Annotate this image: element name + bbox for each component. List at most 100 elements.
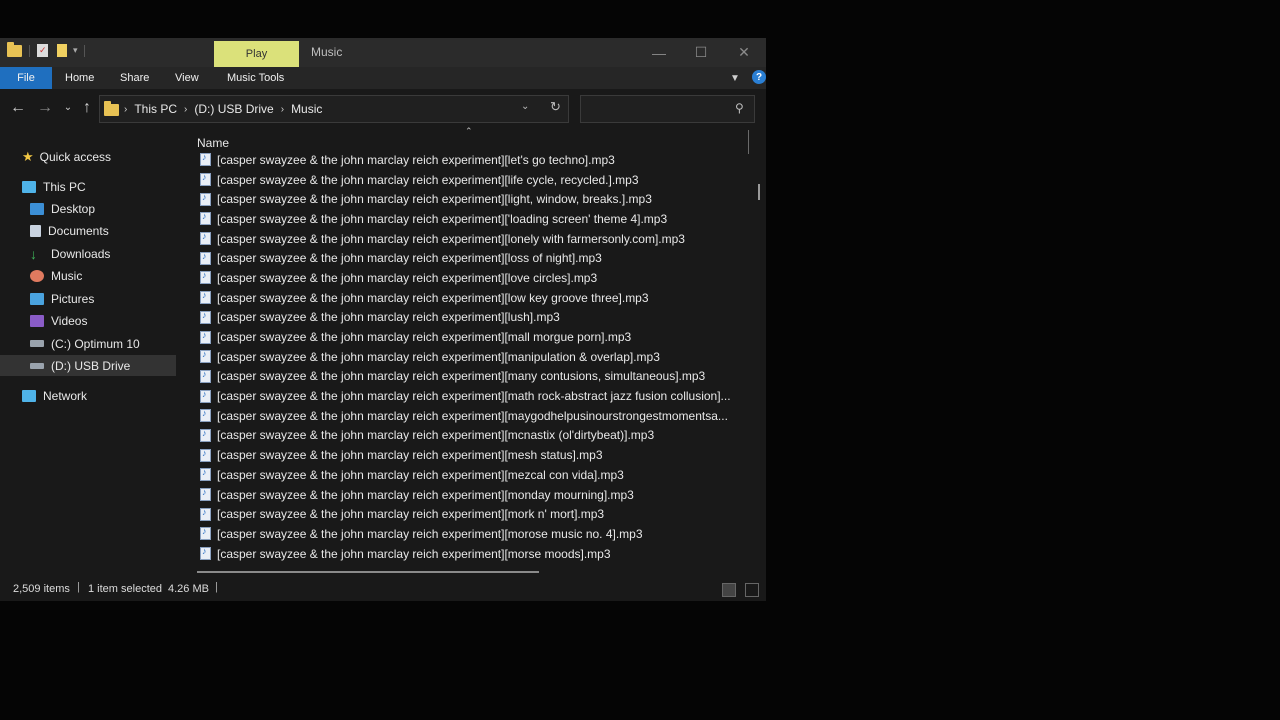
sidebar-item-label: (C:) Optimum 10 bbox=[51, 336, 140, 351]
large-icons-view-icon[interactable] bbox=[745, 583, 759, 597]
file-name: [casper swayzee & the john marclay reich… bbox=[217, 487, 634, 502]
tab-share[interactable]: Share bbox=[120, 67, 149, 89]
new-folder-icon[interactable] bbox=[57, 44, 67, 57]
column-header-name[interactable]: Name bbox=[197, 136, 229, 150]
file-row[interactable]: [casper swayzee & the john marclay reich… bbox=[190, 406, 731, 426]
file-row[interactable]: [casper swayzee & the john marclay reich… bbox=[190, 465, 731, 485]
refresh-icon[interactable]: ↻ bbox=[550, 99, 561, 115]
folder-icon bbox=[7, 41, 22, 57]
file-row[interactable]: [casper swayzee & the john marclay reich… bbox=[190, 288, 731, 308]
forward-arrow-icon[interactable]: → bbox=[36, 99, 54, 117]
details-view-icon[interactable] bbox=[722, 583, 736, 597]
search-box[interactable]: ⚲ bbox=[580, 95, 755, 123]
expand-ribbon-icon[interactable]: ▼ bbox=[730, 67, 740, 89]
audio-file-icon bbox=[200, 546, 211, 561]
file-row[interactable]: [casper swayzee & the john marclay reich… bbox=[190, 268, 731, 288]
recent-locations-icon[interactable]: ⌄ bbox=[59, 99, 77, 117]
tab-play[interactable]: Play bbox=[214, 41, 299, 67]
audio-file-icon bbox=[200, 507, 211, 521]
up-arrow-icon[interactable]: ↑ bbox=[78, 99, 96, 117]
audio-file-icon bbox=[200, 330, 211, 344]
title-bar: ✓ ▾ Play Music — ☐ ✕ bbox=[0, 38, 766, 67]
file-row[interactable]: [casper swayzee & the john marclay reich… bbox=[190, 445, 731, 465]
file-rows: [casper swayzee & the john marclay reich… bbox=[190, 150, 731, 563]
file-row[interactable]: [casper swayzee & the john marclay reich… bbox=[190, 150, 731, 170]
file-row[interactable]: [casper swayzee & the john marclay reich… bbox=[190, 209, 731, 229]
tab-home[interactable]: Home bbox=[65, 67, 94, 89]
audio-file-icon bbox=[200, 270, 211, 285]
quick-access-toolbar: ✓ ▾ bbox=[7, 41, 85, 57]
sidebar-item-usb-drive[interactable]: (D:) USB Drive bbox=[0, 355, 176, 376]
customize-toolbar-icon[interactable]: ▾ bbox=[73, 45, 78, 56]
breadcrumb-usb-drive[interactable]: (D:) USB Drive bbox=[194, 102, 273, 116]
file-row[interactable]: [casper swayzee & the john marclay reich… bbox=[190, 189, 731, 209]
search-icon[interactable]: ⚲ bbox=[735, 101, 744, 115]
sidebar-item-this-pc[interactable]: This PC bbox=[22, 176, 86, 197]
back-arrow-icon[interactable]: ← bbox=[9, 99, 27, 117]
address-bar[interactable]: › This PC › (D:) USB Drive › Music ⌄ ↻ bbox=[99, 95, 569, 123]
computer-icon bbox=[22, 180, 36, 193]
chevron-down-icon[interactable]: ⌄ bbox=[521, 101, 529, 112]
sidebar-item-downloads[interactable]: ↓ Downloads bbox=[30, 243, 110, 264]
network-icon bbox=[22, 389, 36, 402]
file-row[interactable]: [casper swayzee & the john marclay reich… bbox=[190, 504, 731, 524]
audio-file-icon bbox=[200, 231, 211, 246]
file-name: [casper swayzee & the john marclay reich… bbox=[217, 330, 632, 345]
sidebar-item-label: Desktop bbox=[51, 201, 96, 216]
audio-file-icon bbox=[200, 152, 211, 167]
properties-icon[interactable]: ✓ bbox=[37, 44, 48, 57]
audio-file-icon bbox=[200, 526, 211, 541]
sort-ascending-icon: ⌃ bbox=[465, 126, 473, 136]
file-name: [casper swayzee & the john marclay reich… bbox=[217, 526, 643, 541]
navigation-pane: ★ Quick access This PC Desktop Documents… bbox=[0, 130, 180, 570]
sidebar-item-label: Pictures bbox=[51, 291, 95, 306]
file-row[interactable]: [casper swayzee & the john marclay reich… bbox=[190, 327, 731, 347]
file-row[interactable]: [casper swayzee & the john marclay reich… bbox=[190, 170, 731, 190]
file-name: [casper swayzee & the john marclay reich… bbox=[217, 251, 602, 266]
minimize-icon[interactable]: — bbox=[638, 38, 680, 67]
file-row[interactable]: [casper swayzee & the john marclay reich… bbox=[190, 229, 731, 249]
file-row[interactable]: [casper swayzee & the john marclay reich… bbox=[190, 347, 731, 367]
file-explorer-window: ✓ ▾ Play Music — ☐ ✕ File Home Share Vie… bbox=[0, 38, 766, 601]
breadcrumb-music[interactable]: Music bbox=[291, 102, 322, 116]
sidebar-item-desktop[interactable]: Desktop bbox=[30, 198, 95, 219]
sidebar-item-label: Network bbox=[43, 388, 88, 403]
tab-file[interactable]: File bbox=[0, 67, 52, 89]
chevron-right-icon[interactable]: › bbox=[281, 104, 284, 115]
close-icon[interactable]: ✕ bbox=[723, 38, 765, 67]
audio-file-icon bbox=[200, 172, 211, 187]
file-row[interactable]: [casper swayzee & the john marclay reich… bbox=[190, 308, 731, 328]
chevron-right-icon[interactable]: › bbox=[184, 104, 187, 115]
sidebar-item-documents[interactable]: Documents bbox=[30, 220, 109, 241]
file-row[interactable]: [casper swayzee & the john marclay reich… bbox=[190, 426, 731, 446]
file-row[interactable]: [casper swayzee & the john marclay reich… bbox=[190, 248, 731, 268]
file-row[interactable]: [casper swayzee & the john marclay reich… bbox=[190, 367, 731, 387]
audio-file-icon bbox=[200, 251, 211, 265]
sidebar-item-network[interactable]: Network bbox=[22, 385, 87, 406]
file-row[interactable]: [casper swayzee & the john marclay reich… bbox=[190, 524, 731, 544]
file-row[interactable]: [casper swayzee & the john marclay reich… bbox=[190, 386, 731, 406]
file-row[interactable]: [casper swayzee & the john marclay reich… bbox=[190, 544, 731, 564]
sidebar-item-music[interactable]: Music bbox=[30, 265, 82, 286]
file-row[interactable]: [casper swayzee & the john marclay reich… bbox=[190, 485, 731, 505]
tab-music-tools[interactable]: Music Tools bbox=[227, 67, 284, 89]
file-name: [casper swayzee & the john marclay reich… bbox=[217, 389, 731, 404]
vertical-scrollbar[interactable] bbox=[758, 184, 760, 200]
sidebar-item-optimum-drive[interactable]: (C:) Optimum 10 bbox=[30, 333, 140, 354]
music-icon bbox=[30, 269, 44, 282]
sidebar-item-pictures[interactable]: Pictures bbox=[30, 288, 94, 309]
chevron-right-icon: › bbox=[124, 103, 128, 115]
maximize-icon[interactable]: ☐ bbox=[680, 38, 722, 67]
sidebar-item-label: Videos bbox=[51, 313, 88, 328]
star-icon: ★ bbox=[22, 148, 34, 164]
tab-view[interactable]: View bbox=[175, 67, 199, 89]
help-icon[interactable]: ? bbox=[752, 70, 766, 84]
audio-file-icon bbox=[200, 408, 211, 423]
folder-icon bbox=[104, 101, 119, 116]
sidebar-item-quick-access[interactable]: ★ Quick access bbox=[22, 146, 111, 167]
sidebar-item-videos[interactable]: Videos bbox=[30, 310, 87, 331]
breadcrumb-this-pc[interactable]: This PC bbox=[134, 102, 177, 116]
ribbon: File Home Share View Music Tools ▼ bbox=[0, 67, 766, 89]
audio-file-icon bbox=[200, 369, 211, 383]
horizontal-scrollbar[interactable] bbox=[197, 571, 539, 573]
